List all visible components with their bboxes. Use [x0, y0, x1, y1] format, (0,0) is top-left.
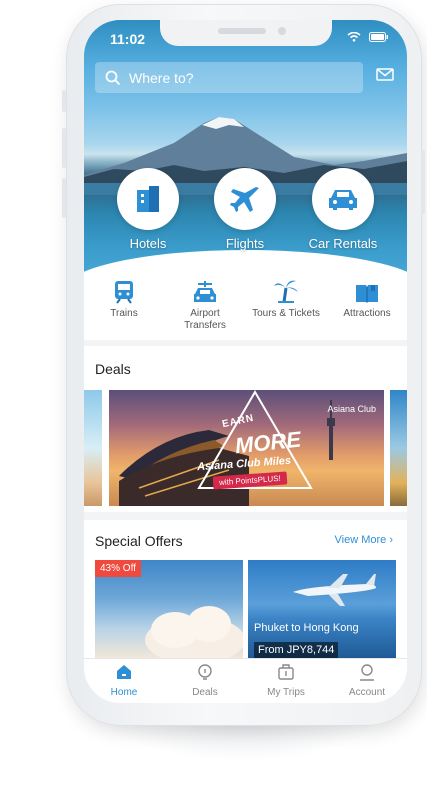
chevron-right-icon: ›: [389, 534, 393, 546]
mail-icon[interactable]: [376, 68, 394, 81]
home-icon: [117, 665, 131, 679]
subcategory-airport-transfers[interactable]: Airport Transfers: [165, 278, 245, 332]
tab-label: Account: [348, 687, 386, 698]
tab-deals[interactable]: Deals: [165, 663, 245, 698]
special-offers-list: 43% Off Phuket to Hong Kong From JPY8,74…: [84, 560, 407, 658]
subcategory-trains[interactable]: Trains: [84, 278, 164, 320]
search-icon: [105, 70, 121, 85]
airplane-image: [293, 574, 376, 606]
deals-carousel[interactable]: EARN MORE Asiana Club Miles with PointsP…: [84, 384, 407, 512]
section-title: Deals: [95, 361, 131, 377]
hotel-icon: [117, 168, 179, 230]
palm-tree-icon: [274, 280, 298, 303]
side-button: [62, 178, 66, 218]
deals-header: Deals: [84, 346, 407, 384]
tab-label: Deals: [192, 687, 218, 698]
offer-card[interactable]: 43% Off: [95, 560, 243, 658]
view-more-link[interactable]: View More ›: [335, 534, 394, 546]
category-label: Car Rentals: [308, 236, 378, 251]
offer-card[interactable]: Phuket to Hong Kong From JPY8,744: [248, 560, 396, 658]
category-car-rentals[interactable]: Car Rentals: [298, 168, 388, 251]
subcategory-attractions[interactable]: Attractions: [327, 278, 407, 320]
plane-icon: [214, 168, 276, 230]
banner-brand: Asiana Club: [327, 404, 376, 414]
account-icon: [360, 664, 374, 681]
train-icon: [115, 281, 133, 304]
category-hotels[interactable]: Hotels: [103, 168, 193, 251]
view-more-label: View More: [334, 534, 387, 546]
category-label: Flights: [225, 236, 265, 251]
subcategory-label: Attractions: [343, 308, 391, 319]
discount-badge: 43% Off: [95, 560, 141, 577]
side-button: [62, 128, 66, 168]
tab-account[interactable]: Account: [327, 663, 407, 698]
side-button: [62, 90, 66, 112]
deal-card-asiana[interactable]: EARN MORE Asiana Club Miles with PointsP…: [109, 390, 384, 506]
subcategory-label: Tours & Tickets: [252, 308, 320, 319]
category-flights[interactable]: Flights: [200, 168, 290, 251]
offer-route: Phuket to Hong Kong: [254, 622, 359, 634]
search-bar[interactable]: Where to?: [95, 62, 363, 93]
wifi-icon: [347, 32, 361, 42]
offer-price: From JPY8,744: [254, 642, 339, 658]
subcategory-tours-tickets[interactable]: Tours & Tickets: [246, 278, 326, 320]
airport-transfer-icon: [194, 281, 216, 302]
deal-card-next[interactable]: [390, 390, 407, 506]
battery-icon: [369, 32, 388, 42]
special-offers-header: Special Offers View More ›: [84, 520, 407, 560]
subcategory-label: Trains: [110, 308, 138, 319]
side-button: [421, 150, 425, 214]
hero-curve: [84, 250, 407, 278]
status-icons: [347, 32, 389, 42]
car-icon: [312, 168, 374, 230]
suitcase-icon: [278, 664, 294, 680]
tab-home[interactable]: Home: [84, 663, 164, 698]
search-placeholder: Where to?: [129, 69, 194, 86]
tab-label: My Trips: [267, 687, 305, 698]
section-title: Special Offers: [95, 533, 183, 549]
map-book-icon: [356, 285, 378, 303]
category-label: Hotels: [129, 236, 167, 251]
notch: [160, 20, 332, 46]
sub-categories: Trains Airport Transfers Tours & Tickets…: [84, 278, 407, 340]
bottom-tab-bar: Home Deals My Trips Account: [84, 658, 407, 703]
status-time: 11:02: [110, 31, 146, 47]
cloud-image: [145, 606, 243, 658]
deals-icon: [198, 664, 212, 680]
tab-my-trips[interactable]: My Trips: [246, 663, 326, 698]
subcategory-label: Airport Transfers: [184, 308, 226, 331]
phone-screen: 11:02 Where to? Hotels Flights Car Renta…: [84, 20, 407, 703]
deal-card-prev[interactable]: [84, 390, 102, 506]
tab-label: Home: [110, 687, 138, 698]
